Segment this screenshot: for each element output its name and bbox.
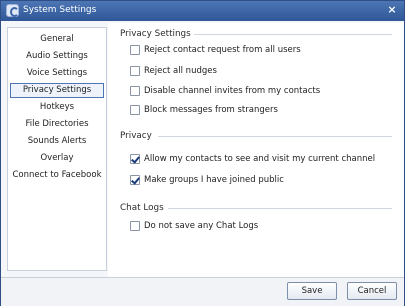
section-divider (168, 208, 392, 209)
dialog-footer: Save Cancel (1, 277, 404, 306)
option-label: Allow my contacts to see and visit my cu… (144, 154, 376, 164)
sidebar-item-voice-settings[interactable]: Voice Settings (10, 66, 104, 81)
sidebar-item-general[interactable]: General (10, 32, 104, 47)
section-title-privacy-settings: Privacy Settings (120, 29, 191, 39)
close-icon[interactable]: × (386, 4, 398, 16)
option-label: Reject all nudges (144, 66, 217, 76)
checkbox-unchecked[interactable] (130, 45, 140, 55)
app-logo-icon (6, 4, 19, 17)
settings-content: Privacy Settings Reject contact request … (108, 23, 404, 277)
sidebar-item-audio-settings[interactable]: Audio Settings (10, 49, 104, 64)
option-label: Disable channel invites from my contacts (144, 86, 321, 96)
window-title: System Settings (23, 5, 97, 15)
checkbox-checked[interactable] (130, 175, 140, 185)
title-bar[interactable]: System Settings × (1, 1, 404, 21)
cancel-button[interactable]: Cancel (347, 282, 397, 300)
sidebar-item-overlay[interactable]: Overlay (10, 151, 104, 166)
settings-sidebar: General Audio Settings Voice Settings Pr… (7, 27, 107, 271)
option-label: Make groups I have joined public (144, 175, 284, 185)
sidebar-item-file-directories[interactable]: File Directories (10, 117, 104, 132)
checkbox-unchecked[interactable] (130, 86, 140, 96)
checkbox-unchecked[interactable] (130, 105, 140, 115)
section-divider (158, 136, 392, 137)
sidebar-item-sounds-alerts[interactable]: Sounds Alerts (10, 134, 104, 149)
sidebar-item-privacy-settings[interactable]: Privacy Settings (10, 83, 104, 98)
save-button[interactable]: Save (287, 282, 337, 300)
sidebar-item-connect-to-facebook[interactable]: Connect to Facebook (10, 168, 104, 183)
checkbox-unchecked[interactable] (130, 221, 140, 231)
section-title-privacy: Privacy (120, 131, 152, 141)
option-label: Block messages from strangers (144, 105, 278, 115)
checkbox-checked[interactable] (130, 154, 140, 164)
system-settings-window: System Settings × General Audio Settings… (0, 0, 405, 306)
sidebar-item-hotkeys[interactable]: Hotkeys (10, 100, 104, 115)
checkbox-unchecked[interactable] (130, 66, 140, 76)
option-label: Do not save any Chat Logs (144, 221, 259, 231)
option-label: Reject contact request from all users (144, 45, 301, 55)
section-divider (194, 34, 392, 35)
section-title-chat-logs: Chat Logs (120, 203, 164, 213)
